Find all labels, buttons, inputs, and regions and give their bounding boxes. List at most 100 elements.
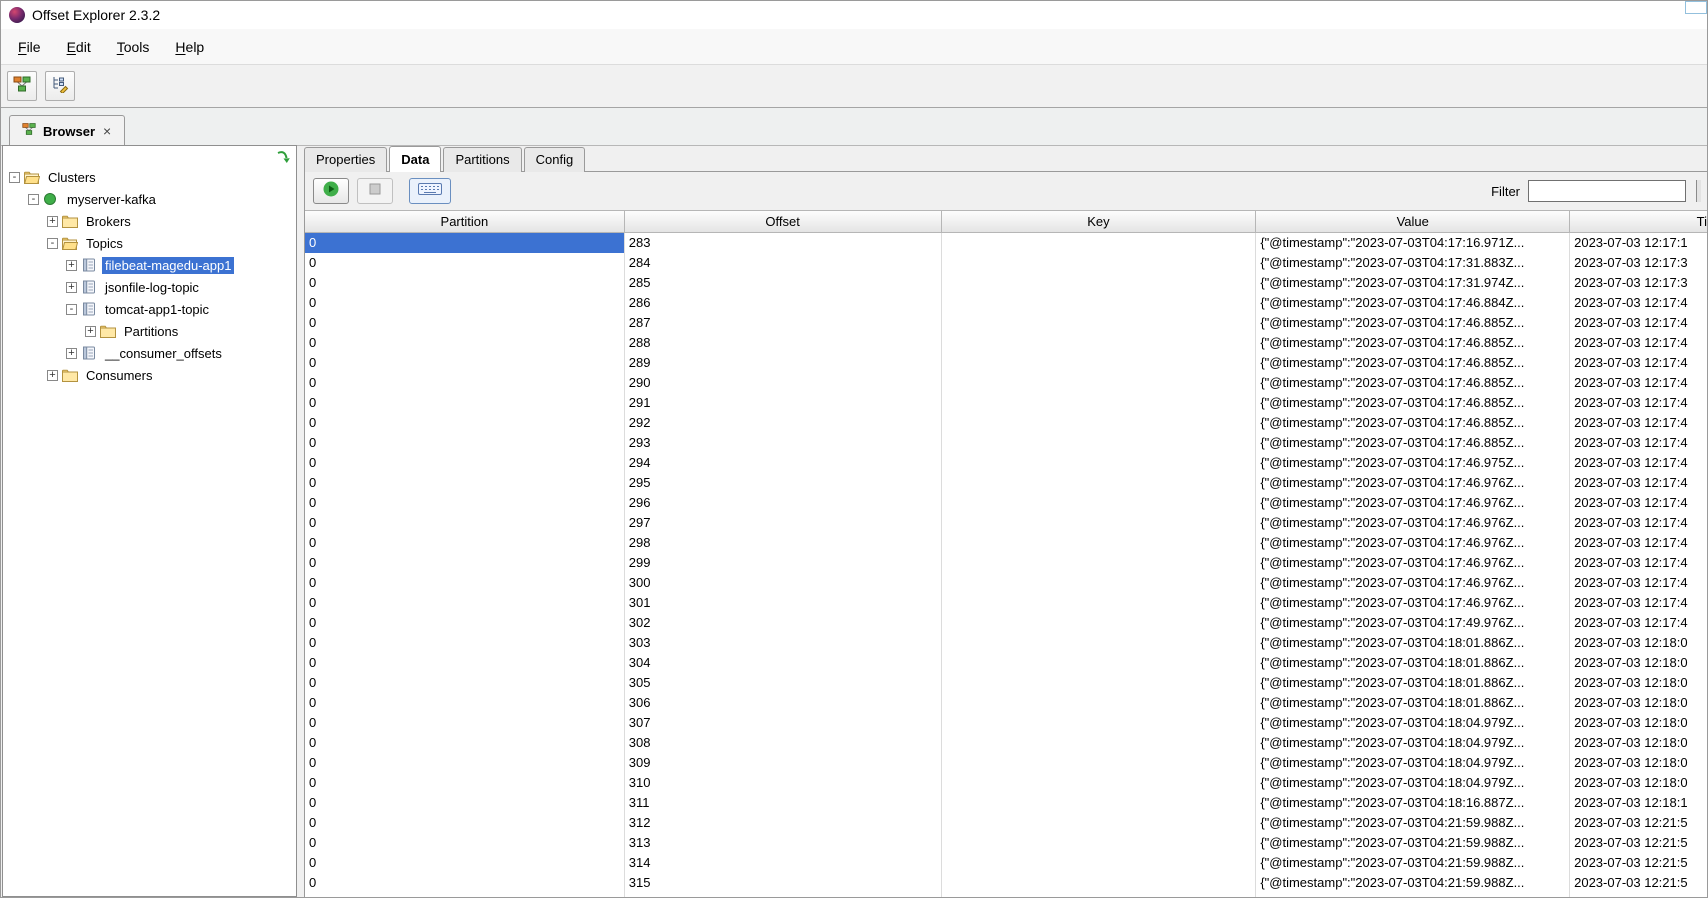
- tab-data[interactable]: Data: [389, 146, 442, 172]
- table-row[interactable]: 0 286 {"@timestamp":"2023-07-03T04:17:46.8…: [305, 293, 1707, 313]
- tab-browser[interactable]: Browser ×: [9, 115, 126, 146]
- cell-partition: 0: [305, 753, 625, 773]
- column-header-key[interactable]: Key: [942, 211, 1257, 232]
- expand-toggle-icon[interactable]: +: [66, 259, 77, 271]
- column-header-ti[interactable]: Ti: [1570, 211, 1707, 232]
- cell-ti: 2023-07-03 12:18:0: [1574, 715, 1688, 730]
- cell-ti: 2023-07-03 12:17:3: [1574, 255, 1688, 270]
- table-row[interactable]: 0 303 {"@timestamp":"2023-07-03T04:18:01.8…: [305, 633, 1707, 653]
- collapse-toggle-icon[interactable]: -: [47, 237, 58, 249]
- tree-item-topics[interactable]: - Topics: [3, 232, 296, 254]
- cell-value: {"@timestamp":"2023-07-03T04:17:31.974Z.…: [1256, 273, 1571, 293]
- table-row[interactable]: 0 307 {"@timestamp":"2023-07-03T04:18:04.9…: [305, 713, 1707, 733]
- table-row[interactable]: 0 308 {"@timestamp":"2023-07-03T04:18:04.9…: [305, 733, 1707, 753]
- tree-item-clusters[interactable]: - Clusters: [3, 166, 296, 188]
- table-row[interactable]: 0 295 {"@timestamp":"2023-07-03T04:17:46.9…: [305, 473, 1707, 493]
- cell-key: [942, 813, 1257, 833]
- tree-item-brokers[interactable]: + Brokers: [3, 210, 296, 232]
- table-row[interactable]: 0 302 {"@timestamp":"2023-07-03T04:17:49.9…: [305, 613, 1707, 633]
- cell-value: {"@timestamp":"2023-07-03T04:18:01.886Z.…: [1256, 633, 1571, 653]
- table-row[interactable]: 0 309 {"@timestamp":"2023-07-03T04:18:04.9…: [305, 753, 1707, 773]
- cell-offset: 294: [625, 453, 942, 473]
- table-row[interactable]: 0316 {"@timestamp":"2023-07-03T04:21:59.9…: [305, 893, 1707, 897]
- table-row[interactable]: 0 310 {"@timestamp":"2023-07-03T04:18:04.9…: [305, 773, 1707, 793]
- table-row[interactable]: 0 315 {"@timestamp":"2023-07-03T04:21:59.9…: [305, 873, 1707, 893]
- table-row[interactable]: 0 283 {"@timestamp":"2023-07-03T04:17:16.9…: [305, 233, 1707, 253]
- menu-item-edit[interactable]: Edit: [54, 34, 104, 60]
- tab-config[interactable]: Config: [523, 147, 586, 172]
- tree-item-consumers[interactable]: + Consumers: [3, 364, 296, 386]
- table-row[interactable]: 0 304 {"@timestamp":"2023-07-03T04:18:01.8…: [305, 653, 1707, 673]
- scroll-to-selection-button[interactable]: [276, 150, 291, 169]
- collapse-toggle-icon[interactable]: -: [9, 171, 20, 183]
- menu-item-tools[interactable]: Tools: [104, 34, 163, 60]
- add-cluster-button[interactable]: [7, 71, 37, 101]
- collapse-toggle-icon[interactable]: -: [28, 193, 39, 205]
- tree-item-filebeat-magedu-app1[interactable]: + filebeat-magedu-app1: [3, 254, 296, 276]
- table-row[interactable]: 0 300 {"@timestamp":"2023-07-03T04:17:46.9…: [305, 573, 1707, 593]
- table-row[interactable]: 0 296 {"@timestamp":"2023-07-03T04:17:46.9…: [305, 493, 1707, 513]
- table-row[interactable]: 0 298 {"@timestamp":"2023-07-03T04:17:46.9…: [305, 533, 1707, 553]
- tree-item-label: myserver-kafka: [67, 191, 156, 207]
- cell-partition: 0: [305, 233, 625, 253]
- keyboard-button[interactable]: [409, 178, 451, 204]
- table-row[interactable]: 0 297 {"@timestamp":"2023-07-03T04:17:46.9…: [305, 513, 1707, 533]
- cell-ti: 2023-07-03 12:21:5: [1574, 875, 1688, 890]
- collapse-toggle-icon[interactable]: -: [66, 303, 77, 315]
- table-row[interactable]: 0 314 {"@timestamp":"2023-07-03T04:21:59.9…: [305, 853, 1707, 873]
- topic-icon: [81, 346, 98, 360]
- cell-partition: 0: [305, 493, 625, 513]
- expand-toggle-icon[interactable]: +: [47, 215, 58, 227]
- tree-item-consumer-offsets[interactable]: + __consumer_offsets: [3, 342, 296, 364]
- tree-item-tomcat-app1-topic[interactable]: - tomcat-app1-topic: [3, 298, 296, 320]
- cell-ti: 2023-07-03 12:21:5: [1574, 835, 1688, 850]
- tree-item-jsonfile-log-topic[interactable]: + jsonfile-log-topic: [3, 276, 296, 298]
- table-row[interactable]: 0 312 {"@timestamp":"2023-07-03T04:21:59.9…: [305, 813, 1707, 833]
- table-row[interactable]: 0 288 {"@timestamp":"2023-07-03T04:17:46.8…: [305, 333, 1707, 353]
- table-row[interactable]: 0 285 {"@timestamp":"2023-07-03T04:17:31.9…: [305, 273, 1707, 293]
- table-row[interactable]: 0 284 {"@timestamp":"2023-07-03T04:17:31.8…: [305, 253, 1707, 273]
- cell-ti: 2023-07-03 12:17:1: [1574, 235, 1688, 250]
- tree-edit-icon: [51, 75, 69, 98]
- column-header-partition[interactable]: Partition: [305, 211, 625, 232]
- table-row[interactable]: 0 299 {"@timestamp":"2023-07-03T04:17:46.9…: [305, 553, 1707, 573]
- stop-button[interactable]: [357, 178, 393, 204]
- table-row[interactable]: 0 301 {"@timestamp":"2023-07-03T04:17:46.9…: [305, 593, 1707, 613]
- table-row[interactable]: 0 291 {"@timestamp":"2023-07-03T04:17:46.8…: [305, 393, 1707, 413]
- cell-partition: 0: [305, 813, 625, 833]
- menu-item-help[interactable]: Help: [162, 34, 217, 60]
- table-row[interactable]: 0 293 {"@timestamp":"2023-07-03T04:17:46.8…: [305, 433, 1707, 453]
- expand-toggle-icon[interactable]: +: [66, 347, 77, 359]
- table-row[interactable]: 0 306 {"@timestamp":"2023-07-03T04:18:01.8…: [305, 693, 1707, 713]
- edit-tree-button[interactable]: [45, 71, 75, 101]
- close-tab-icon[interactable]: ×: [102, 123, 112, 139]
- window-control-fragment: [1685, 1, 1707, 14]
- table-row[interactable]: 0 311 {"@timestamp":"2023-07-03T04:18:16.8…: [305, 793, 1707, 813]
- table-row[interactable]: 0 287 {"@timestamp":"2023-07-03T04:17:46.8…: [305, 313, 1707, 333]
- cell-partition: 0: [305, 693, 625, 713]
- cell-partition: 0: [305, 453, 625, 473]
- tree-item-myserver-kafka[interactable]: - myserver-kafka: [3, 188, 296, 210]
- cell-ti: 2023-07-03 12:18:0: [1574, 735, 1688, 750]
- cell-ti: 2023-07-03 12:17:4: [1574, 535, 1688, 550]
- expand-toggle-icon[interactable]: +: [47, 369, 58, 381]
- column-header-value[interactable]: Value: [1256, 211, 1571, 232]
- table-row[interactable]: 0 305 {"@timestamp":"2023-07-03T04:18:01.8…: [305, 673, 1707, 693]
- tab-partitions[interactable]: Partitions: [443, 147, 522, 172]
- table-row[interactable]: 0 294 {"@timestamp":"2023-07-03T04:17:46.9…: [305, 453, 1707, 473]
- table-row[interactable]: 0 292 {"@timestamp":"2023-07-03T04:17:46.8…: [305, 413, 1707, 433]
- tab-properties[interactable]: Properties: [304, 147, 388, 172]
- tree-item-partitions[interactable]: + Partitions: [3, 320, 296, 342]
- cell-offset: 288: [625, 333, 942, 353]
- filter-input[interactable]: [1528, 180, 1686, 202]
- table-row[interactable]: 0 290 {"@timestamp":"2023-07-03T04:17:46.8…: [305, 373, 1707, 393]
- table-row[interactable]: 0 313 {"@timestamp":"2023-07-03T04:21:59.9…: [305, 833, 1707, 853]
- expand-toggle-icon[interactable]: +: [85, 325, 96, 337]
- expand-toggle-icon[interactable]: +: [66, 281, 77, 293]
- column-header-offset[interactable]: Offset: [625, 211, 942, 232]
- table-row[interactable]: 0 289 {"@timestamp":"2023-07-03T04:17:46.8…: [305, 353, 1707, 373]
- tree-item-label: jsonfile-log-topic: [105, 279, 199, 295]
- menu-item-file[interactable]: File: [5, 34, 54, 60]
- play-button[interactable]: [313, 178, 349, 204]
- app-icon: [9, 7, 25, 23]
